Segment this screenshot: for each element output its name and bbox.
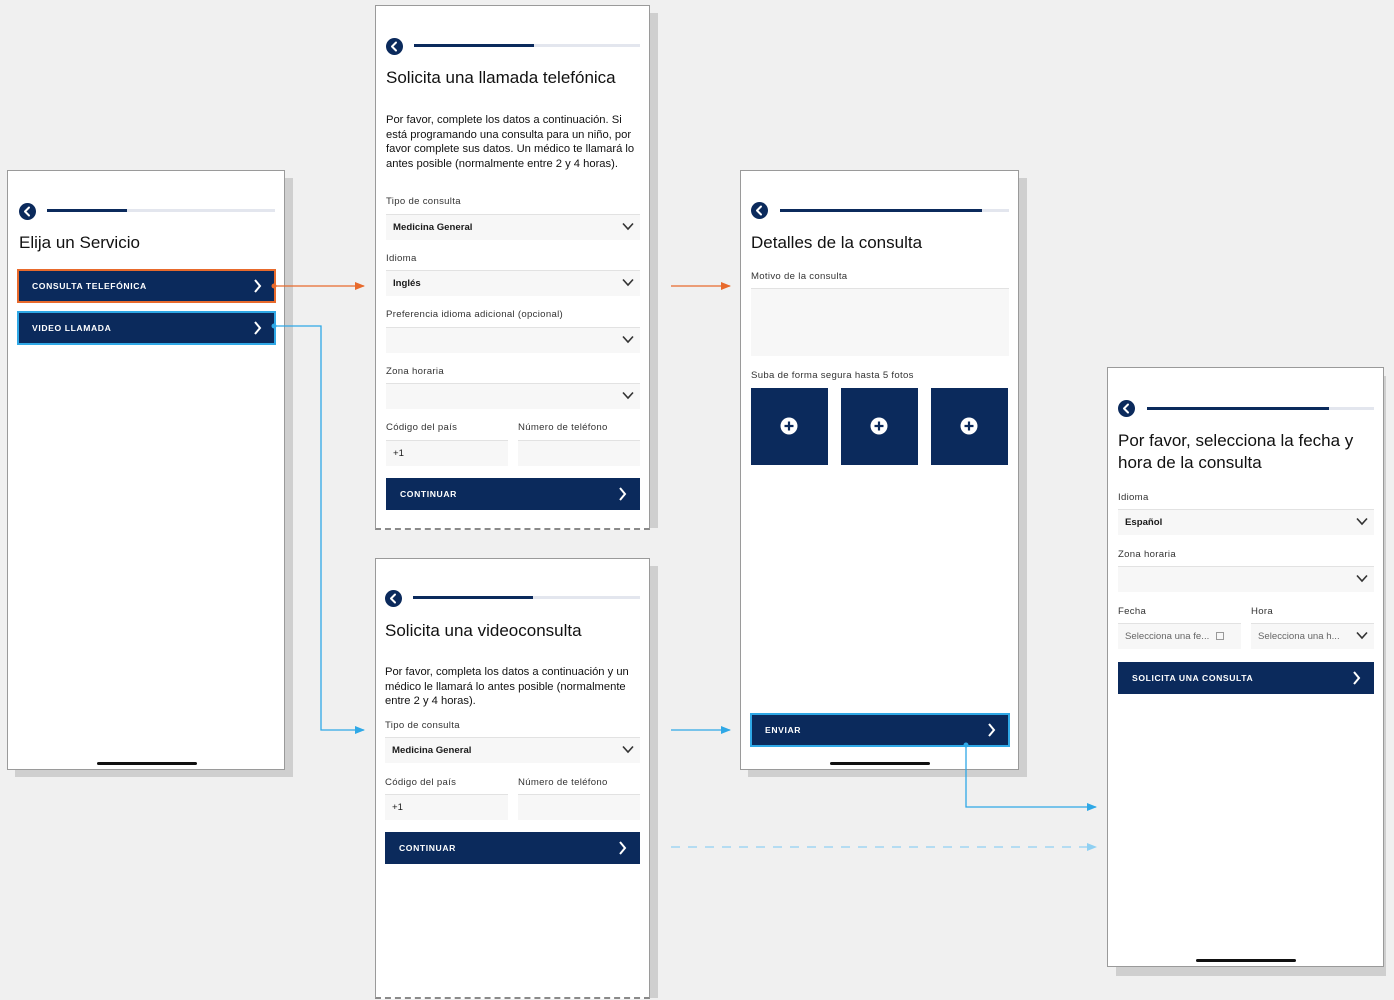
connector-details-to-schedule (963, 742, 1097, 811)
flow-connectors (271, 282, 1097, 851)
connector-video-to-form (271, 323, 365, 734)
connector-phone-to-form (271, 282, 365, 290)
